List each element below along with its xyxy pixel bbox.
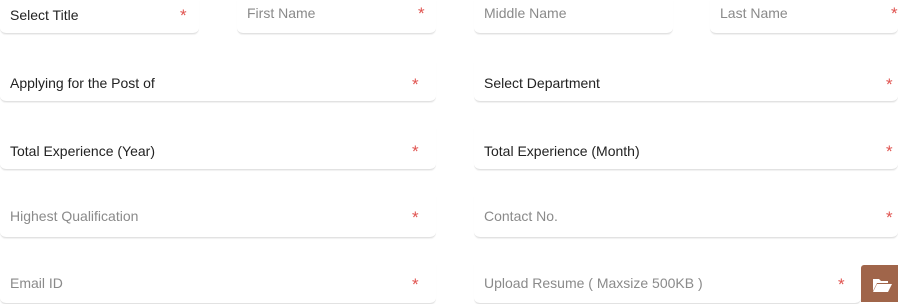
required-marker: * — [418, 4, 425, 23]
qualification-placeholder: Highest Qualification — [10, 208, 139, 224]
department-select-label: Select Department — [484, 75, 600, 91]
contact-placeholder: Contact No. — [484, 208, 558, 224]
required-marker: * — [886, 75, 893, 94]
post-select-label: Applying for the Post of — [10, 75, 155, 91]
email-placeholder: Email ID — [10, 275, 63, 291]
qualification-field[interactable]: Highest Qualification * — [0, 196, 436, 238]
required-marker: * — [180, 6, 187, 25]
department-select[interactable]: Select Department * — [474, 62, 898, 102]
first-name-field[interactable]: First Name * — [237, 0, 436, 34]
required-marker: * — [886, 142, 893, 161]
last-name-placeholder: Last Name — [720, 5, 788, 21]
required-marker: * — [412, 275, 419, 294]
resume-placeholder: Upload Resume ( Maxsize 500KB ) — [484, 275, 703, 291]
first-name-placeholder: First Name — [247, 5, 316, 21]
required-marker: * — [412, 142, 419, 161]
upload-resume-button[interactable] — [861, 265, 898, 302]
required-marker: * — [412, 75, 419, 94]
title-select[interactable]: Select Title * — [0, 0, 199, 34]
middle-name-field[interactable]: Middle Name — [474, 0, 673, 34]
middle-name-placeholder: Middle Name — [484, 5, 567, 21]
experience-year-label: Total Experience (Year) — [10, 143, 156, 159]
contact-field[interactable]: Contact No. * — [474, 196, 898, 238]
last-name-field[interactable]: Last Name * — [710, 0, 898, 34]
experience-month-select[interactable]: Total Experience (Month) * — [474, 128, 898, 170]
required-marker: * — [886, 208, 893, 227]
folder-open-icon — [873, 279, 892, 292]
required-marker: * — [838, 275, 845, 294]
title-select-label: Select Title — [10, 7, 79, 23]
post-select[interactable]: Applying for the Post of * — [0, 62, 436, 102]
email-field[interactable]: Email ID * — [0, 264, 436, 304]
required-marker: * — [412, 208, 419, 227]
experience-year-select[interactable]: Total Experience (Year) * — [0, 128, 436, 170]
resume-upload-field[interactable]: Upload Resume ( Maxsize 500KB ) * — [474, 264, 861, 304]
experience-month-label: Total Experience (Month) — [484, 143, 640, 159]
required-marker: * — [891, 4, 898, 23]
